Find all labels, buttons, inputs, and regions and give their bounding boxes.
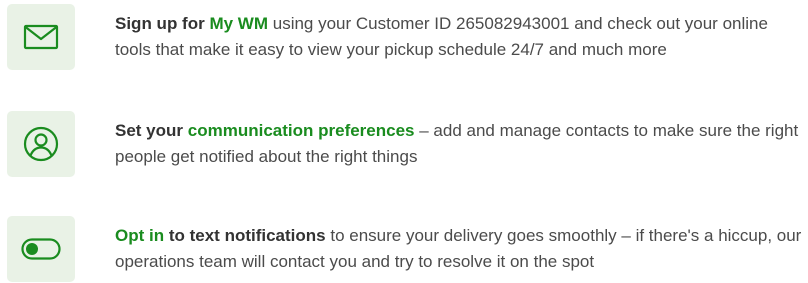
feature-text-preferences: Set your communication preferences – add… (115, 118, 805, 170)
envelope-icon-tile (7, 4, 75, 70)
opt-in-link[interactable]: Opt in (115, 226, 164, 245)
preferences-lead: Set your (115, 121, 184, 140)
envelope-icon (23, 24, 59, 50)
feature-item-text-notifications: Opt in to text notifications to ensure y… (7, 216, 808, 282)
toggle-switch-icon (21, 238, 61, 260)
notifications-bold: to text notifications (168, 226, 326, 245)
feature-text-signup: Sign up for My WM using your Customer ID… (115, 11, 805, 63)
user-circle-icon-tile (7, 111, 75, 177)
feature-item-preferences: Set your communication preferences – add… (7, 111, 808, 177)
user-circle-icon (23, 126, 59, 162)
feature-text-notifications: Opt in to text notifications to ensure y… (115, 223, 805, 275)
signup-lead: Sign up for (115, 14, 205, 33)
feature-item-signup: Sign up for My WM using your Customer ID… (7, 4, 808, 70)
my-wm-link[interactable]: My WM (209, 14, 268, 33)
communication-preferences-link[interactable]: communication preferences (188, 121, 415, 140)
toggle-switch-icon-tile (7, 216, 75, 282)
